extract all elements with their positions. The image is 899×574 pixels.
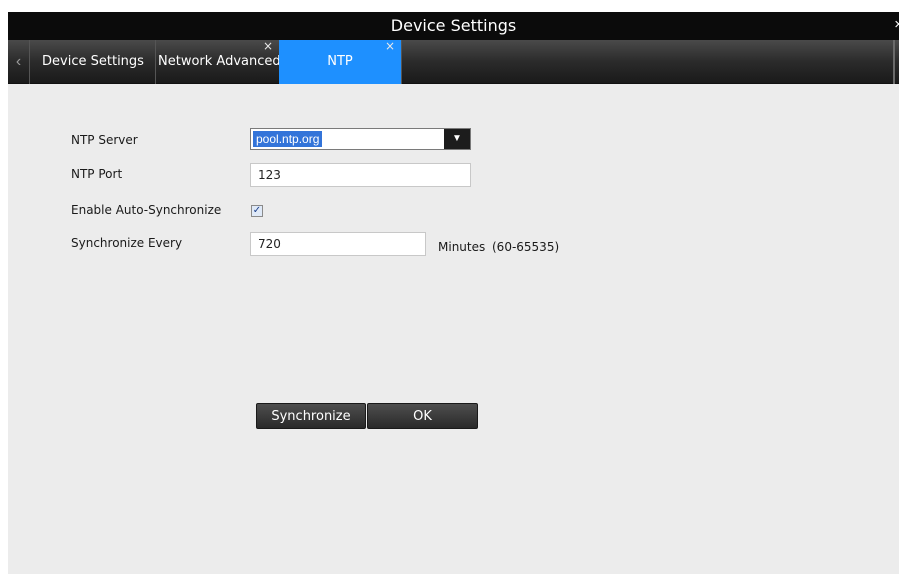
auto-sync-checkbox[interactable]: ✓	[251, 205, 263, 217]
sync-every-label: Synchronize Every	[71, 236, 183, 250]
minutes-unit-label: Minutes	[438, 240, 486, 254]
device-settings-window: Device Settings × ‹ Device Settings Netw…	[8, 12, 899, 574]
ntp-settings-panel: NTP Server pool.ntp.org ▼ NTP Port 123 E…	[8, 85, 899, 574]
synchronize-button[interactable]: Synchronize	[256, 403, 366, 429]
auto-sync-label: Enable Auto-Synchronize	[71, 203, 222, 217]
ntp-server-value: pool.ntp.org	[253, 131, 323, 147]
title-bar: Device Settings ×	[8, 12, 899, 40]
ntp-server-select[interactable]: pool.ntp.org ▼	[250, 128, 471, 150]
ntp-port-input[interactable]: 123	[250, 163, 471, 187]
tab-bar: ‹ Device Settings Network Advanced × NTP…	[8, 40, 899, 84]
tab-device-settings[interactable]: Device Settings	[31, 40, 155, 84]
tab-label: NTP	[327, 54, 353, 69]
tab-close-icon[interactable]: ×	[263, 40, 273, 53]
tab-ntp[interactable]: NTP ×	[279, 40, 401, 84]
tab-scroll-left-icon[interactable]: ‹	[8, 40, 30, 84]
sync-range-hint: (60-65535)	[492, 240, 560, 254]
window-title: Device Settings	[390, 16, 517, 35]
ok-button[interactable]: OK	[367, 403, 478, 429]
dropdown-arrow-icon[interactable]: ▼	[444, 129, 470, 149]
tab-divider	[401, 40, 402, 84]
tab-label: Device Settings	[42, 54, 144, 69]
tab-close-icon[interactable]: ×	[385, 40, 395, 53]
tab-network-advanced[interactable]: Network Advanced ×	[155, 40, 279, 84]
ntp-server-label: NTP Server	[71, 133, 138, 147]
ntp-port-label: NTP Port	[71, 167, 123, 181]
sync-interval-input[interactable]: 720	[250, 232, 426, 256]
checkmark-icon: ✓	[252, 205, 262, 216]
tab-label: Network Advanced	[158, 54, 279, 69]
window-close-icon[interactable]: ×	[894, 16, 899, 34]
tab-bar-edge	[893, 40, 895, 84]
